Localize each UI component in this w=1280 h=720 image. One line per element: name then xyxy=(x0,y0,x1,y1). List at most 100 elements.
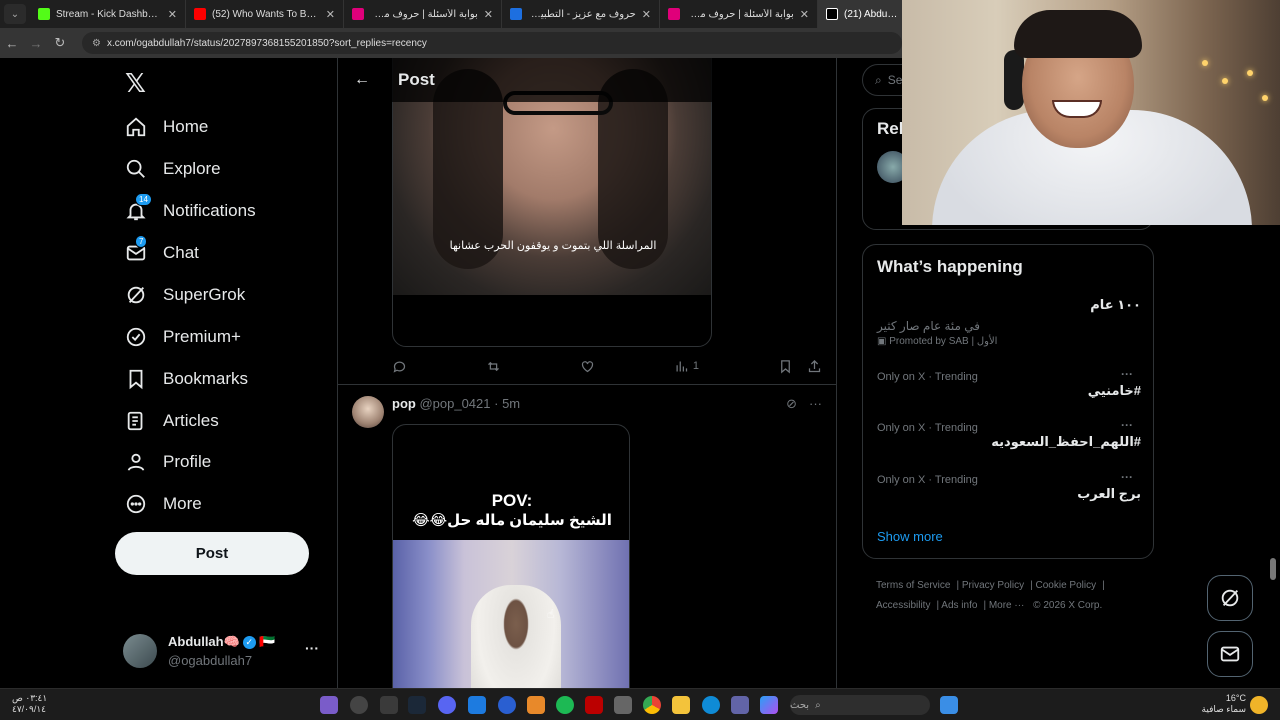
spotify-icon[interactable] xyxy=(556,696,574,714)
share-icon[interactable] xyxy=(807,359,822,374)
tab-label: (21) Abdullah🧠 xyxy=(844,8,899,20)
footer-link[interactable]: Ads info xyxy=(941,600,977,611)
grok-float-button[interactable] xyxy=(1207,575,1253,621)
trend-item[interactable]: Only on X · Trending برج العرب ··· xyxy=(877,470,1141,502)
promoted-trend[interactable]: ١٠٠ عام في مئة عام صار كثير ▣ Promoted b… xyxy=(877,297,1141,347)
footer-link[interactable]: More ··· xyxy=(989,600,1025,611)
app-icon[interactable] xyxy=(350,696,368,714)
reload-icon[interactable]: ↻ xyxy=(48,35,72,51)
tweet-media-video[interactable]: POV: الشيخ سليمان ماله حل😂😂 xyxy=(392,424,630,688)
whats-happening-panel: What’s happening ١٠٠ عام في مئة عام صار … xyxy=(862,244,1154,559)
scrollbar-thumb[interactable] xyxy=(1270,558,1276,580)
tweet-time[interactable]: · 5m xyxy=(494,396,520,411)
weather-widget[interactable]: 16°C سماء صافية xyxy=(1202,693,1246,715)
url-field[interactable]: ⚙ x.com/ogabdullah7/status/2027897368155… xyxy=(82,32,902,54)
browser-tab[interactable]: بوابة الأسئلة | حروف مع عزيز ✕ xyxy=(660,0,818,28)
steam-icon[interactable] xyxy=(408,696,426,714)
nav-bookmarks[interactable]: Bookmarks xyxy=(125,359,248,399)
repost-button[interactable] xyxy=(486,359,501,374)
post-button[interactable]: Post xyxy=(115,532,309,575)
trend-name: #خامنيي xyxy=(1087,383,1141,398)
trend-meta: Only on X · Trending xyxy=(877,474,978,486)
nav-explore[interactable]: Explore xyxy=(125,149,221,189)
app-icon[interactable] xyxy=(760,696,778,714)
like-button[interactable] xyxy=(580,359,595,374)
ellipsis-icon[interactable]: ··· xyxy=(305,640,319,656)
ellipsis-icon[interactable]: ··· xyxy=(1121,367,1133,381)
close-icon[interactable]: ✕ xyxy=(168,8,177,21)
ellipsis-icon[interactable]: ··· xyxy=(1121,418,1133,432)
taskbar-clock[interactable]: ٠٣:٤١ ص ٤٧/٠٩/١٤ xyxy=(12,693,47,715)
url-text: x.com/ogabdullah7/status/202789736815520… xyxy=(106,37,427,49)
notification-badge: 14 xyxy=(135,193,152,206)
moon-icon xyxy=(1250,696,1268,714)
browser-tab[interactable]: (52) Who Wants To Be A Million ✕ xyxy=(186,0,344,28)
trend-name: ١٠٠ عام xyxy=(1090,297,1141,312)
nav-premium[interactable]: Premium+ xyxy=(125,317,241,357)
forward-arrow-icon[interactable]: → xyxy=(24,36,48,51)
tweet-extra-actions xyxy=(778,359,822,374)
footer-link[interactable]: Accessibility xyxy=(876,600,930,611)
back-arrow-icon[interactable]: ← xyxy=(0,36,24,51)
browser-tab-active[interactable]: (21) Abdullah🧠 xyxy=(818,0,908,28)
show-more-link[interactable]: Show more xyxy=(877,529,943,544)
close-icon[interactable]: ✕ xyxy=(642,8,651,21)
app-icon[interactable] xyxy=(320,696,338,714)
app-icon[interactable] xyxy=(614,696,632,714)
app-icon[interactable] xyxy=(380,696,398,714)
left-sidebar: 𝕏 Home Explore 14 Notifications 7 Chat S… xyxy=(115,58,337,688)
ellipsis-icon[interactable]: ··· xyxy=(809,396,822,412)
footer-link[interactable]: Privacy Policy xyxy=(962,580,1024,591)
site-info-icon[interactable]: ⚙ xyxy=(92,38,101,49)
footer-link[interactable]: Terms of Service xyxy=(876,580,950,591)
trend-item[interactable]: Only on X · Trending #خامنيي ··· xyxy=(877,367,1141,399)
close-icon[interactable]: ✕ xyxy=(326,8,335,21)
browser-tab[interactable]: حروف مع عزيز - التطبيق الرسمي ✕ xyxy=(502,0,660,28)
search-icon xyxy=(125,158,147,180)
trend-item[interactable]: Only on X · Trending #اللهم_احفظ_السعودي… xyxy=(877,418,1141,450)
taskbar-search[interactable]: ⌕ بحث xyxy=(790,695,930,715)
nav-home[interactable]: Home xyxy=(125,107,208,147)
search-placeholder: Se xyxy=(887,73,903,87)
footer-link[interactable]: Cookie Policy xyxy=(1036,580,1097,591)
app-icon[interactable] xyxy=(468,696,486,714)
nav-chat[interactable]: 7 Chat xyxy=(125,233,199,273)
reply-button[interactable] xyxy=(392,359,407,374)
edge-icon[interactable] xyxy=(702,696,720,714)
folder-icon[interactable] xyxy=(672,696,690,714)
discord-icon[interactable] xyxy=(438,696,456,714)
trend-meta: Only on X · Trending xyxy=(877,422,978,434)
browser-tab[interactable]: بوابة الأسئلة | حروف مع عزيز ✕ xyxy=(344,0,502,28)
search-icon: ⌕ xyxy=(875,72,882,87)
app-icon[interactable] xyxy=(498,696,516,714)
author-name[interactable]: pop xyxy=(392,396,416,411)
windows-start-icon[interactable] xyxy=(940,696,958,714)
chrome-icon[interactable] xyxy=(643,696,661,714)
views-button[interactable]: 1 xyxy=(674,359,699,374)
teams-icon[interactable] xyxy=(731,696,749,714)
browser-tab[interactable]: Stream - Kick Dashboard ✕ xyxy=(30,0,186,28)
repost-icon xyxy=(488,361,499,371)
messages-float-button[interactable] xyxy=(1207,631,1253,677)
avatar[interactable] xyxy=(352,396,384,428)
nav-profile[interactable]: Profile xyxy=(125,442,211,482)
nav-supergrok[interactable]: SuperGrok xyxy=(125,275,245,315)
media-text-pov: POV: xyxy=(491,491,533,510)
x-logo-icon[interactable]: 𝕏 xyxy=(125,68,146,99)
nav-notifications[interactable]: 14 Notifications xyxy=(125,191,256,231)
main-timeline: ← Post المراسلة اللي بتموت و يوقفون الحر… xyxy=(337,58,837,688)
bookmark-icon[interactable] xyxy=(778,359,793,374)
more-icon xyxy=(125,493,147,515)
account-switcher[interactable]: Abdullah🧠 ✓ 🇦🇪 @ogabdullah7 ··· xyxy=(123,632,323,672)
close-icon[interactable]: ✕ xyxy=(484,8,493,21)
nav-articles[interactable]: Articles xyxy=(125,401,219,441)
app-icon[interactable] xyxy=(527,696,545,714)
grok-icon[interactable]: ⊘ xyxy=(786,396,797,412)
author-handle[interactable]: @pop_0421 xyxy=(419,396,490,411)
nav-more[interactable]: More xyxy=(125,484,202,524)
back-arrow-icon[interactable]: ← xyxy=(354,71,374,89)
ellipsis-icon[interactable]: ··· xyxy=(1121,470,1133,484)
tab-search-button[interactable]: ⌄ xyxy=(4,4,26,24)
close-icon[interactable]: ✕ xyxy=(800,8,809,21)
app-icon[interactable] xyxy=(585,696,603,714)
